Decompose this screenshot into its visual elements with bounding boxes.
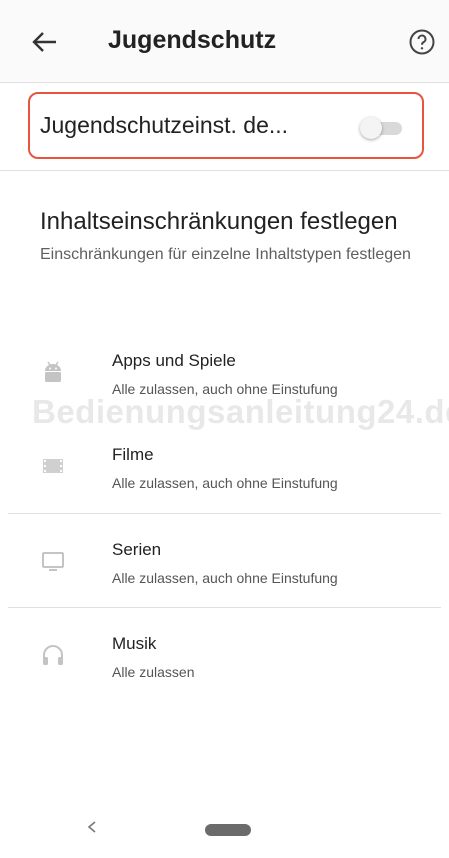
- page-title: Jugendschutz: [108, 26, 277, 54]
- parental-controls-switch[interactable]: [360, 117, 404, 139]
- watermark: Bedienungsanleitung24.de: [32, 393, 449, 430]
- item-description: Alle zulassen: [112, 664, 195, 680]
- app-bar: Jugendschutz: [0, 0, 449, 82]
- help-icon[interactable]: [408, 28, 436, 56]
- parental-controls-label: Jugendschutzeinst. de...: [40, 112, 289, 138]
- content-restrictions-title: Inhaltseinschränkungen festlegen: [40, 208, 398, 235]
- tv-icon: [42, 552, 64, 571]
- android-icon: [45, 361, 61, 382]
- nav-back-icon[interactable]: [86, 820, 98, 834]
- list-divider: [8, 513, 441, 514]
- switch-thumb: [360, 117, 382, 139]
- headphones-icon: [43, 645, 63, 665]
- item-title: Serien: [112, 540, 162, 559]
- item-description: Alle zulassen, auch ohne Einstufung: [112, 475, 338, 491]
- list-item-series[interactable]: Serien Alle zulassen, auch ohne Einstufu…: [0, 532, 449, 612]
- film-icon: [43, 459, 63, 473]
- header-divider: [0, 82, 449, 83]
- back-arrow-icon[interactable]: [30, 28, 60, 56]
- item-title: Apps und Spiele: [112, 351, 236, 370]
- item-title: Filme: [112, 445, 154, 464]
- list-divider: [8, 607, 441, 608]
- toggle-divider: [0, 170, 449, 171]
- list-item-music[interactable]: Musik Alle zulassen: [0, 626, 449, 706]
- item-title: Musik: [112, 634, 157, 653]
- item-description: Alle zulassen, auch ohne Einstufung: [112, 570, 338, 586]
- nav-home-pill[interactable]: [205, 824, 251, 836]
- list-item-movies[interactable]: Filme Alle zulassen, auch ohne Einstufun…: [0, 437, 449, 517]
- parental-controls-toggle-row[interactable]: Jugendschutzeinst. de...: [28, 92, 424, 159]
- content-restrictions-subtitle: Einschränkungen für einzelne Inhaltstype…: [40, 246, 411, 263]
